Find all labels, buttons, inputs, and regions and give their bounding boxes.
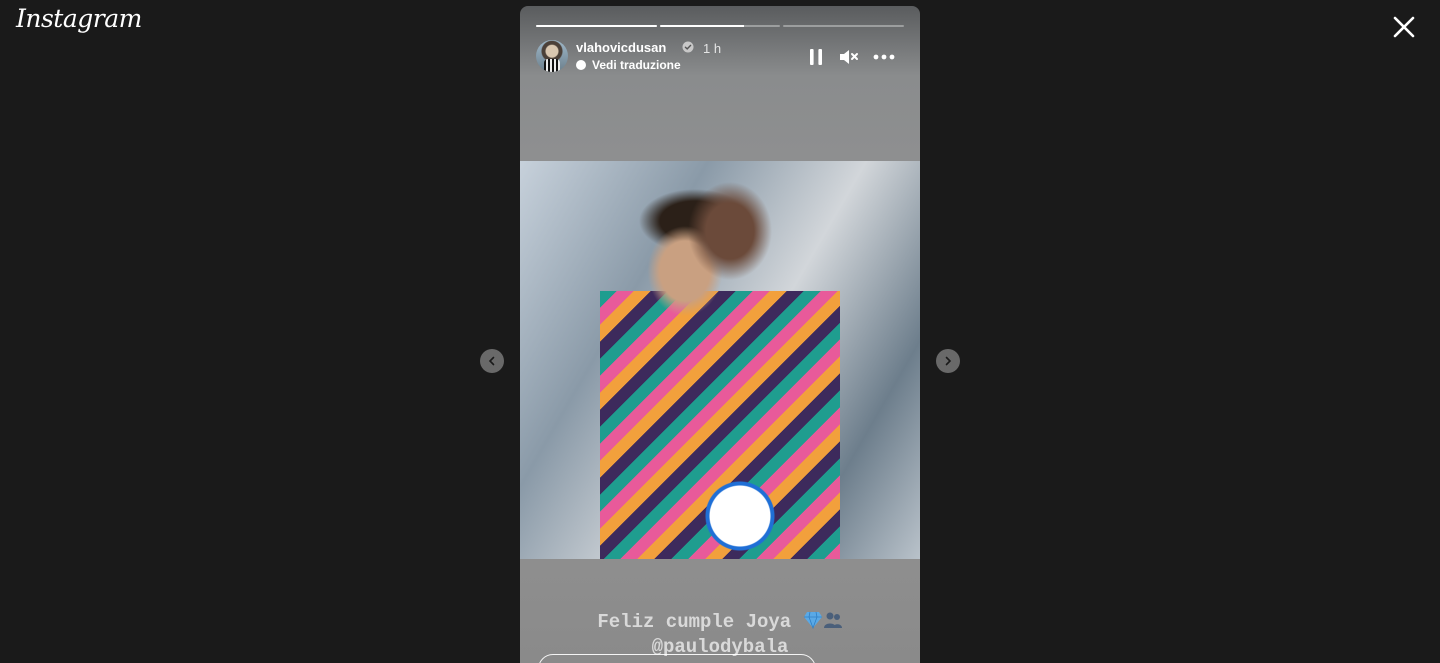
progress-segment — [783, 25, 905, 27]
more-horizontal-icon — [873, 54, 895, 60]
pause-icon — [810, 49, 822, 65]
see-translation-link[interactable]: Vedi traduzione — [576, 58, 681, 72]
avatar[interactable] — [536, 40, 568, 72]
caption-line: Feliz cumple Joya — [520, 610, 920, 635]
gem-icon — [803, 611, 822, 629]
progress-fill — [659, 25, 745, 27]
see-translation-label: Vedi traduzione — [592, 58, 681, 72]
chevron-right-icon — [945, 356, 952, 366]
story-viewer[interactable]: vlahovicdusan 1 h Vedi traduzione Feliz … — [520, 6, 920, 663]
instagram-logo[interactable]: Instagram — [16, 4, 142, 33]
progress-fill — [536, 25, 657, 27]
story-photo — [520, 161, 920, 559]
chevron-left-icon — [488, 356, 495, 366]
mute-button[interactable] — [836, 45, 860, 69]
story-progress-bar — [536, 25, 905, 27]
more-options-button[interactable] — [872, 45, 896, 69]
people-icon — [823, 612, 842, 628]
progress-segment — [536, 25, 657, 27]
pause-button[interactable] — [804, 45, 828, 69]
close-icon — [1393, 16, 1415, 38]
reply-input[interactable] — [538, 654, 816, 663]
translate-icon — [576, 60, 586, 70]
verified-badge-icon — [682, 41, 694, 53]
close-button[interactable] — [1388, 11, 1420, 43]
story-username[interactable]: vlahovicdusan — [576, 40, 666, 55]
story-timestamp: 1 h — [703, 41, 722, 56]
story-header: vlahovicdusan 1 h Vedi traduzione — [536, 40, 904, 74]
story-caption: Feliz cumple Joya @paulodybala — [520, 610, 920, 660]
progress-segment — [659, 25, 781, 27]
speaker-muted-icon — [840, 50, 858, 64]
previous-story-button[interactable] — [480, 349, 504, 373]
next-story-button[interactable] — [936, 349, 960, 373]
